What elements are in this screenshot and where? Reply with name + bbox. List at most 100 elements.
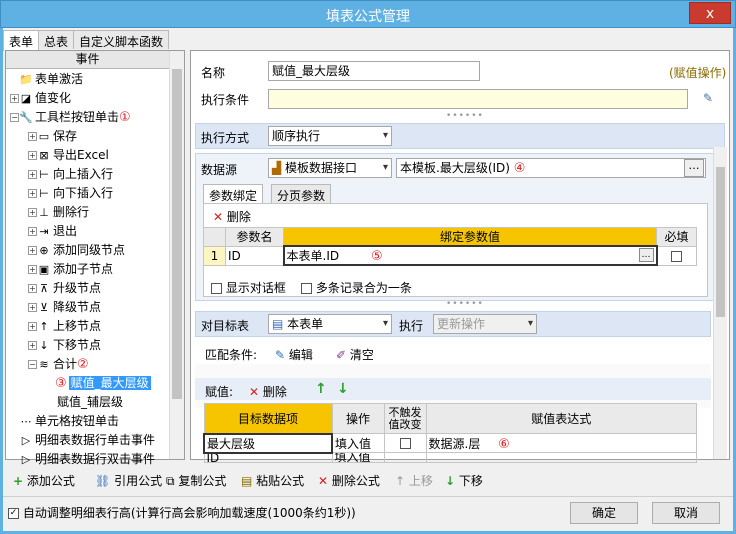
expand-toggle-icon[interactable]: + (28, 189, 37, 198)
copy-formula-button[interactable]: ⧉ 复制公式 (166, 472, 226, 489)
expand-toggle-icon[interactable]: + (28, 322, 37, 331)
no-trigger-checkbox[interactable] (399, 438, 411, 449)
move-up-button[interactable]: ↑ 上移 (395, 472, 433, 489)
tree-node[interactable]: ⋯ 单元格按钮单击 (6, 412, 169, 431)
tree-node[interactable]: 📁 表单激活 (6, 70, 169, 89)
add-formula-button[interactable]: + 添加公式 (13, 472, 75, 489)
ok-button[interactable]: 确定 (570, 502, 638, 524)
auto-row-height-checkbox[interactable]: ✓ (8, 508, 19, 519)
expand-toggle-icon[interactable]: + (28, 303, 37, 312)
param-row-required[interactable] (656, 245, 697, 266)
tree-node[interactable]: + ⊕ 添加同级节点 (6, 241, 169, 260)
match-clear-button[interactable]: ✐ 清空 (336, 346, 374, 363)
tree-scroll-thumb[interactable] (172, 69, 182, 399)
close-button[interactable]: x (689, 2, 731, 24)
expand-toggle-icon[interactable]: − (28, 360, 37, 369)
detail-scroll-thumb[interactable] (716, 167, 725, 317)
datasource-path-input[interactable]: 本模板.最大层级(ID) ④ (396, 158, 706, 178)
condition-input[interactable] (268, 89, 688, 109)
assign-row-op[interactable]: 填入值 (331, 452, 385, 463)
tree-node[interactable]: − ≋ 合计② (6, 355, 169, 374)
tree-scrollbar[interactable] (169, 51, 184, 459)
expand-toggle-icon[interactable]: + (28, 246, 37, 255)
move-up-icon[interactable]: ↑ (315, 381, 327, 397)
assign-row-expr: 数据源.层 (428, 436, 481, 451)
tree-node[interactable]: + ⊻ 降级节点 (6, 298, 169, 317)
merge-records-checkbox[interactable] (301, 283, 312, 294)
tree-node[interactable]: ③ 赋值_最大层级 (6, 374, 169, 393)
ref-formula-button[interactable]: ⛓ 引用公式 (95, 472, 162, 489)
exec-label: 执行 (399, 319, 424, 333)
datasource-select[interactable]: ▟ 模板数据接口 ▾ (268, 158, 392, 178)
table-row[interactable]: 1 ID 本表单.ID ⑤… (203, 245, 697, 266)
tab-form[interactable]: 表单 (3, 30, 40, 51)
expand-toggle-icon[interactable]: + (28, 170, 37, 179)
paste-formula-button[interactable]: ▤ 粘贴公式 (241, 472, 304, 489)
required-checkbox[interactable] (671, 250, 683, 262)
tree-node[interactable]: + ⊢ 向下插入行 (6, 184, 169, 203)
tree-node-icon: ◪ (20, 92, 32, 105)
tree-node[interactable]: −🔧 工具栏按钮单击① (6, 108, 169, 127)
show-dialog-option[interactable]: 显示对话框 (211, 279, 286, 296)
assign-row-expr-cell[interactable]: 数据源.层 ⑥ (425, 433, 697, 453)
tree-node[interactable]: + ◪ 值变化 (6, 89, 169, 108)
splitter-1[interactable]: •••••• (446, 111, 484, 121)
detail-scrollbar[interactable] (713, 147, 727, 459)
tree-node[interactable]: + ⊥ 删除行 (6, 203, 169, 222)
assign-row-target[interactable]: ID (203, 452, 333, 463)
merge-records-option[interactable]: 多条记录合为一条 (301, 279, 412, 296)
tree-node[interactable]: 赋值_辅层级 (6, 393, 169, 412)
datasource-browse-button[interactable]: … (684, 159, 704, 177)
table-row[interactable]: ID 填入值 (203, 452, 697, 463)
table-row[interactable]: 最大层级 填入值 数据源.层 ⑥ (203, 432, 697, 454)
tree-node[interactable]: + ▭ 保存 (6, 127, 169, 146)
assign-row-no-trigger[interactable] (383, 433, 427, 453)
assign-row-no-trigger[interactable] (383, 452, 427, 463)
match-edit-button[interactable]: ✎ 编辑 (275, 346, 313, 363)
event-tree-header: 事件 (6, 51, 169, 69)
expand-toggle-icon[interactable]: + (28, 265, 37, 274)
auto-row-height-option[interactable]: ✓ 自动调整明细表行高(计算行高会影响加载速度(1000条约1秒)) (8, 504, 356, 521)
assign-row-op[interactable]: 填入值 (331, 433, 385, 453)
delete-icon: ✕ (318, 474, 329, 488)
expand-toggle-icon[interactable]: + (28, 227, 37, 236)
tab-page-params[interactable]: 分页参数 (271, 184, 332, 203)
tree-node[interactable]: + ↓ 下移节点 (6, 336, 169, 355)
tree-node[interactable]: + ⊼ 升级节点 (6, 279, 169, 298)
param-row-value: 本表单.ID (286, 249, 340, 263)
tree-node[interactable]: + ⇥ 退出 (6, 222, 169, 241)
tab-summary[interactable]: 总表 (38, 30, 75, 49)
expand-toggle-icon[interactable]: + (28, 151, 37, 160)
expand-toggle-icon[interactable]: + (28, 208, 37, 217)
show-dialog-checkbox[interactable] (211, 283, 222, 294)
move-down-button[interactable]: ↓ 下移 (445, 472, 483, 489)
assign-row-expr[interactable] (425, 452, 697, 463)
tab-param-binding[interactable]: 参数绑定 (203, 184, 264, 203)
tree-node[interactable]: ▷ 明细表数据行单击事件 (6, 431, 169, 450)
expand-toggle-icon[interactable]: + (28, 132, 37, 141)
tree-node[interactable]: + ↑ 上移节点 (6, 317, 169, 336)
expand-toggle-icon[interactable]: + (10, 94, 19, 103)
assign-delete-button[interactable]: ✕ 删除 (249, 383, 287, 400)
assign-row-target[interactable]: 最大层级 (203, 432, 333, 454)
exec-mode-select[interactable]: 顺序执行 ▾ (268, 126, 392, 146)
splitter-2[interactable]: •••••• (446, 299, 484, 309)
target-table-select[interactable]: ▤ 本表单 ▾ (268, 314, 392, 334)
expand-toggle-icon[interactable]: − (10, 113, 19, 122)
tree-node[interactable]: + ▣ 添加子节点 (6, 260, 169, 279)
param-browse-button[interactable]: … (638, 248, 654, 262)
move-down-icon[interactable]: ↓ (337, 381, 349, 397)
tab-custom-script[interactable]: 自定义脚本函数 (73, 30, 170, 49)
tree-node-icon: ⊥ (39, 206, 49, 219)
magic-wand-icon[interactable]: ✎ (703, 91, 713, 105)
tree-node[interactable]: + ⊠ 导出Excel (6, 146, 169, 165)
expand-toggle-icon[interactable]: + (28, 284, 37, 293)
tree-node[interactable]: + ⊢ 向上插入行 (6, 165, 169, 184)
cancel-button[interactable]: 取消 (652, 502, 720, 524)
name-input[interactable]: 赋值_最大层级 (268, 61, 480, 81)
expand-toggle-icon[interactable]: + (28, 341, 37, 350)
delete-formula-button[interactable]: ✕ 删除公式 (318, 472, 380, 489)
exec-operation-select[interactable]: 更新操作 ▾ (433, 314, 537, 334)
param-row-value-cell[interactable]: 本表单.ID ⑤… (282, 245, 658, 266)
delete-param-button[interactable]: ✕ 删除 (213, 208, 251, 225)
